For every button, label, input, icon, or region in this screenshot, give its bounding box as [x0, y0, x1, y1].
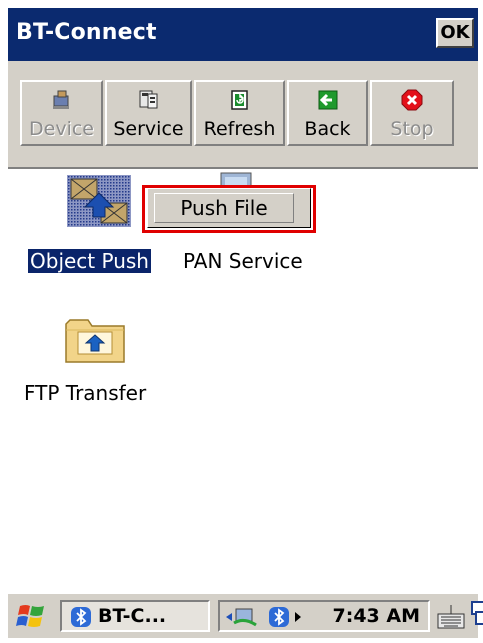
keyboard-icon[interactable]: [436, 602, 466, 632]
title-bar: BT-Connect OK: [8, 8, 478, 61]
device-icon: [52, 90, 69, 109]
task-label: BT-C...: [98, 605, 167, 627]
bluetooth-tray-icon[interactable]: [268, 606, 290, 628]
tray-arrow-icon[interactable]: [294, 611, 302, 623]
service-button-label: Service: [113, 118, 184, 140]
system-tray: 7:43 AM: [218, 600, 430, 632]
object-push-icon: [67, 175, 131, 227]
device-button[interactable]: Device: [20, 80, 103, 146]
window-title: BT-Connect: [16, 20, 157, 45]
ftp-folder-icon: [65, 319, 125, 363]
windows-flag-icon[interactable]: [16, 602, 48, 630]
service-button[interactable]: Service: [105, 80, 192, 146]
ftp-transfer-label: FTP Transfer: [24, 381, 147, 405]
ok-button[interactable]: OK: [436, 18, 474, 48]
refresh-button-label: Refresh: [203, 118, 276, 140]
pan-service-label: PAN Service: [183, 249, 303, 273]
task-bt-connect[interactable]: BT-C...: [60, 600, 210, 632]
toolbar: Device Service Refresh Back Stop: [8, 61, 478, 167]
back-arrow-icon: [318, 90, 337, 110]
stop-icon: [401, 89, 423, 111]
taskbar: BT-C... 7:43 AM: [8, 592, 483, 638]
clock: 7:43 AM: [332, 605, 421, 627]
stop-button[interactable]: Stop: [370, 80, 454, 146]
switch-windows-icon[interactable]: [470, 598, 483, 630]
refresh-icon: [230, 90, 248, 110]
highlight-box: [142, 185, 316, 233]
object-push-label: Object Push: [27, 248, 152, 274]
refresh-button[interactable]: Refresh: [194, 80, 285, 146]
stop-button-label: Stop: [390, 118, 434, 140]
back-button[interactable]: Back: [287, 80, 368, 146]
service-icon: [139, 90, 157, 109]
bluetooth-icon: [71, 607, 91, 627]
network-icon[interactable]: [224, 605, 264, 629]
device-button-label: Device: [29, 118, 94, 140]
back-button-label: Back: [304, 118, 351, 140]
